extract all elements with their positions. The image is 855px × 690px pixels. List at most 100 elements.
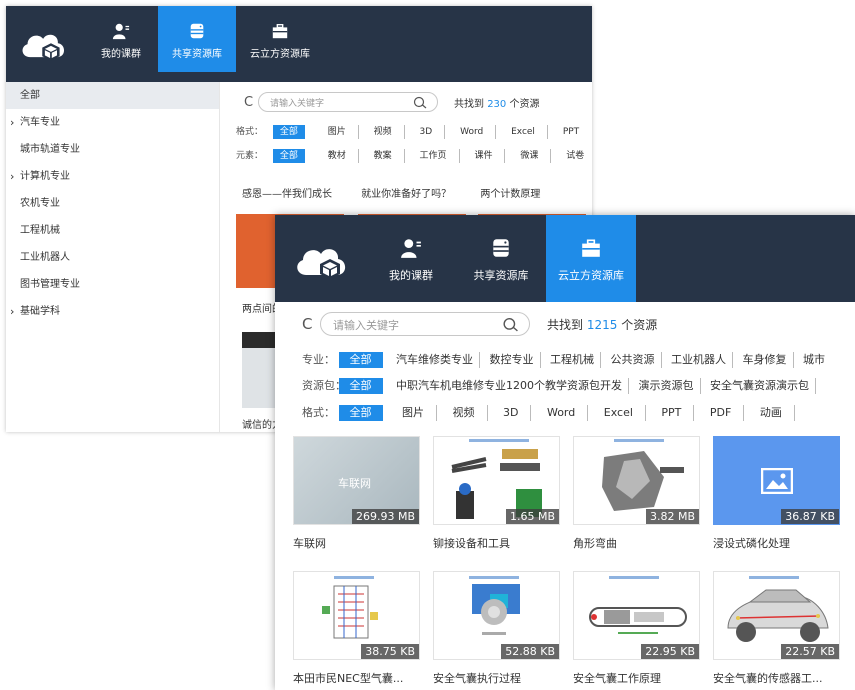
resource-title[interactable]: 安全气囊工作原理 [573,670,713,686]
resource-card[interactable]: 车联网 269.93 MB 车联网 [293,436,420,551]
result-count: 共找到 230 个资源 [454,99,540,110]
resource-thumbnail[interactable]: 22.57 KB [713,571,840,660]
filter-element: 元素： 全部 教材 教案 工作页 课件 微课 试卷 [230,148,592,164]
nav-my-course-groups[interactable]: 我的课群 [381,215,441,302]
filter-option[interactable]: 城市 [797,352,831,368]
filter-option[interactable]: Excel [499,125,548,139]
resource-card[interactable]: 22.95 KB 安全气囊工作原理 [573,571,700,686]
thumbnail-text: 车联网 [338,477,371,490]
header-bar: 我的课群 共享资源库 云立方资源库 [275,215,855,302]
refresh-icon[interactable]: C [244,95,253,110]
resource-thumbnail[interactable]: 1.65 MB [433,436,560,525]
filter-option[interactable]: 演示资源包 [633,378,701,394]
resource-thumbnail[interactable]: 38.75 KB [293,571,420,660]
briefcase-icon [272,24,288,39]
filter-option[interactable]: 视频 [362,125,405,139]
resource-card[interactable]: 36.87 KB 浸设式磷化处理 [713,436,840,551]
filter-option[interactable]: 教材 [316,149,359,163]
filter-option[interactable]: Word [448,125,497,139]
search-input[interactable]: 请输入关键字 [258,92,438,112]
filter-option[interactable]: 试卷 [554,149,592,163]
resource-thumbnail[interactable]: 3.82 MB [573,436,700,525]
resource-title[interactable]: 安全气囊执行过程 [433,670,573,686]
resource-card[interactable]: 22.57 KB 安全气囊的传感器工... [713,571,840,686]
chevron-right-icon: › [10,170,15,183]
filter-option[interactable]: 3D [491,405,532,421]
resource-title[interactable]: 角形弯曲 [573,535,713,551]
sidebar-item-basic[interactable]: › 基础学科 [6,298,219,325]
filter-option[interactable]: PDF [698,405,745,421]
filter-option[interactable]: 教案 [362,149,405,163]
filter-option[interactable]: 工业机器人 [665,352,733,368]
filter-option[interactable]: 全部 [338,352,383,368]
filter-option[interactable]: 图片 [316,125,359,139]
file-size: 1.65 MB [505,509,559,524]
filter-option[interactable]: 全部 [272,125,305,139]
nav-shared-library[interactable]: 共享资源库 [465,215,537,302]
filter-resource-pack: 资源包： 全部 中职汽车机电维修专业1200个教学资源包开发 演示资源包 安全气… [275,377,855,395]
sidebar-item-library[interactable]: 图书管理专业 [6,271,219,298]
resource-thumbnail[interactable]: 52.88 KB [433,571,560,660]
cloud-logo-icon [297,249,346,279]
resource-card[interactable]: 52.88 KB 安全气囊执行过程 [433,571,560,686]
sidebar-item-all[interactable]: 全部 [6,82,219,109]
nav-shared-library[interactable]: 共享资源库 [158,6,236,72]
nav-label: 共享资源库 [473,269,529,282]
topic-link[interactable]: 就业你准备好了吗？ [361,189,451,200]
sidebar-item-auto[interactable]: › 汽车专业 [6,109,219,136]
filter-option[interactable]: 3D [408,125,446,139]
resource-thumbnail[interactable]: 22.95 KB [573,571,700,660]
search-icon[interactable] [413,96,427,109]
filter-option[interactable]: 安全气囊资源演示包 [704,378,816,394]
filter-option[interactable]: 工程机械 [544,352,601,368]
database-icon [493,239,509,257]
filter-option[interactable]: 微课 [508,149,552,163]
search-input[interactable]: 请输入关键字 [320,312,530,336]
filter-option[interactable]: Excel [592,405,646,421]
resource-title[interactable]: 浸设式磷化处理 [713,535,853,551]
filter-option[interactable]: 数控专业 [484,352,541,368]
nav-label: 我的课群 [389,269,433,282]
refresh-icon[interactable]: C [302,315,312,333]
resource-title[interactable]: 安全气囊的传感器工... [713,670,853,686]
sidebar-item-computer[interactable]: › 计算机专业 [6,163,219,190]
nav-yunlifang-library[interactable]: 云立方资源库 [242,6,318,72]
filter-format: 格式： 全部 图片 视频 3D Word Excel PPT PDF 动画 [275,404,855,422]
resource-card[interactable]: 3.82 MB 角形弯曲 [573,436,700,551]
filter-option[interactable]: 动画 [748,405,795,421]
filter-option[interactable]: 全部 [272,149,305,163]
search-icon[interactable] [502,317,519,332]
nav-my-course-groups[interactable]: 我的课群 [88,6,154,72]
database-icon [190,23,204,39]
resource-thumbnail[interactable]: 36.87 KB [713,436,840,525]
resource-title[interactable]: 车联网 [293,535,433,551]
filter-option[interactable]: 车身修复 [737,352,794,368]
nav-yunlifang-library[interactable]: 云立方资源库 [546,215,636,302]
filter-format: 格式： 全部 图片 视频 3D Word Excel PPT [230,124,592,140]
filter-option[interactable]: 全部 [338,378,383,394]
resource-card[interactable]: 1.65 MB 铆接设备和工具 [433,436,560,551]
filter-option[interactable]: PPT [649,405,695,421]
sidebar-item-agri[interactable]: 农机专业 [6,190,219,217]
topic-link[interactable]: 两个计数原理 [480,189,540,200]
sidebar-item-robot[interactable]: 工业机器人 [6,244,219,271]
user-icon [112,23,130,40]
resource-title[interactable]: 铆接设备和工具 [433,535,573,551]
filter-option[interactable]: 课件 [462,149,506,163]
filter-option[interactable]: 全部 [338,405,383,421]
filter-option[interactable]: PPT [551,125,591,139]
filter-option[interactable]: 图片 [390,405,437,421]
filter-option[interactable]: 视频 [441,405,488,421]
filter-option[interactable]: Word [535,405,589,421]
filter-option[interactable]: 汽车维修类专业 [390,352,480,368]
image-placeholder-icon [761,468,793,494]
topic-link[interactable]: 感恩——伴我们成长 [242,189,332,200]
filter-option[interactable]: 工作页 [408,149,460,163]
resource-thumbnail[interactable]: 车联网 269.93 MB [293,436,420,525]
sidebar-item-engineering[interactable]: 工程机械 [6,217,219,244]
filter-option[interactable]: 公共资源 [605,352,662,368]
resource-title[interactable]: 本田市民NEC型气囊... [293,670,433,686]
sidebar-item-rail[interactable]: 城市轨道专业 [6,136,219,163]
filter-option[interactable]: 中职汽车机电维修专业1200个教学资源包开发 [390,378,629,394]
resource-card[interactable]: 38.75 KB 本田市民NEC型气囊... [293,571,420,686]
